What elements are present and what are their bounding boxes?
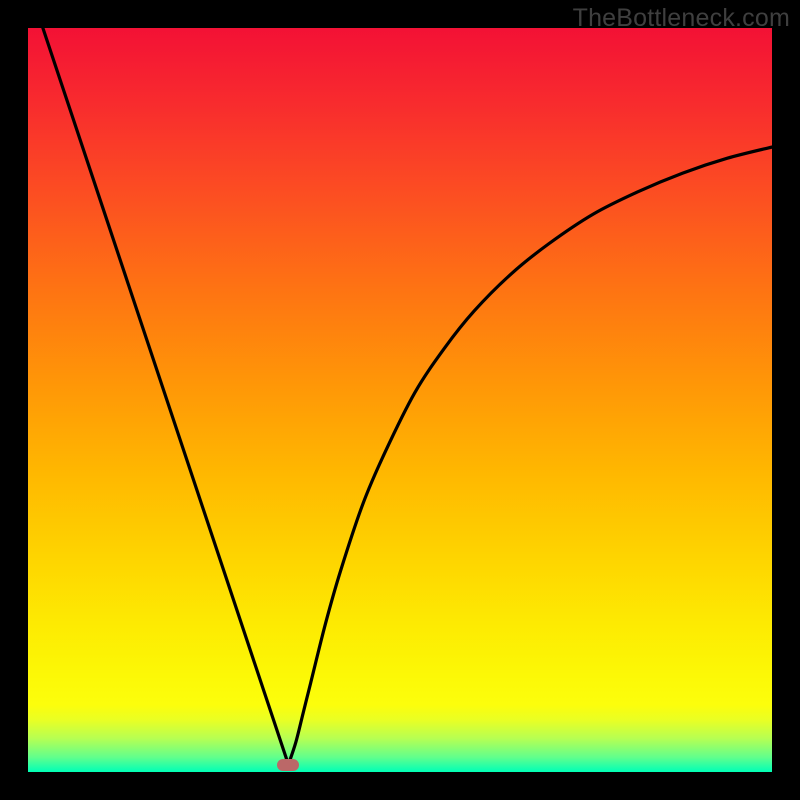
curve-layer: [28, 28, 772, 772]
minimum-marker: [277, 759, 299, 771]
curve-right-branch: [288, 147, 772, 765]
chart-frame: TheBottleneck.com: [0, 0, 800, 800]
watermark-text: TheBottleneck.com: [573, 4, 790, 33]
plot-area: [28, 28, 772, 772]
curve-left-branch: [43, 28, 289, 765]
